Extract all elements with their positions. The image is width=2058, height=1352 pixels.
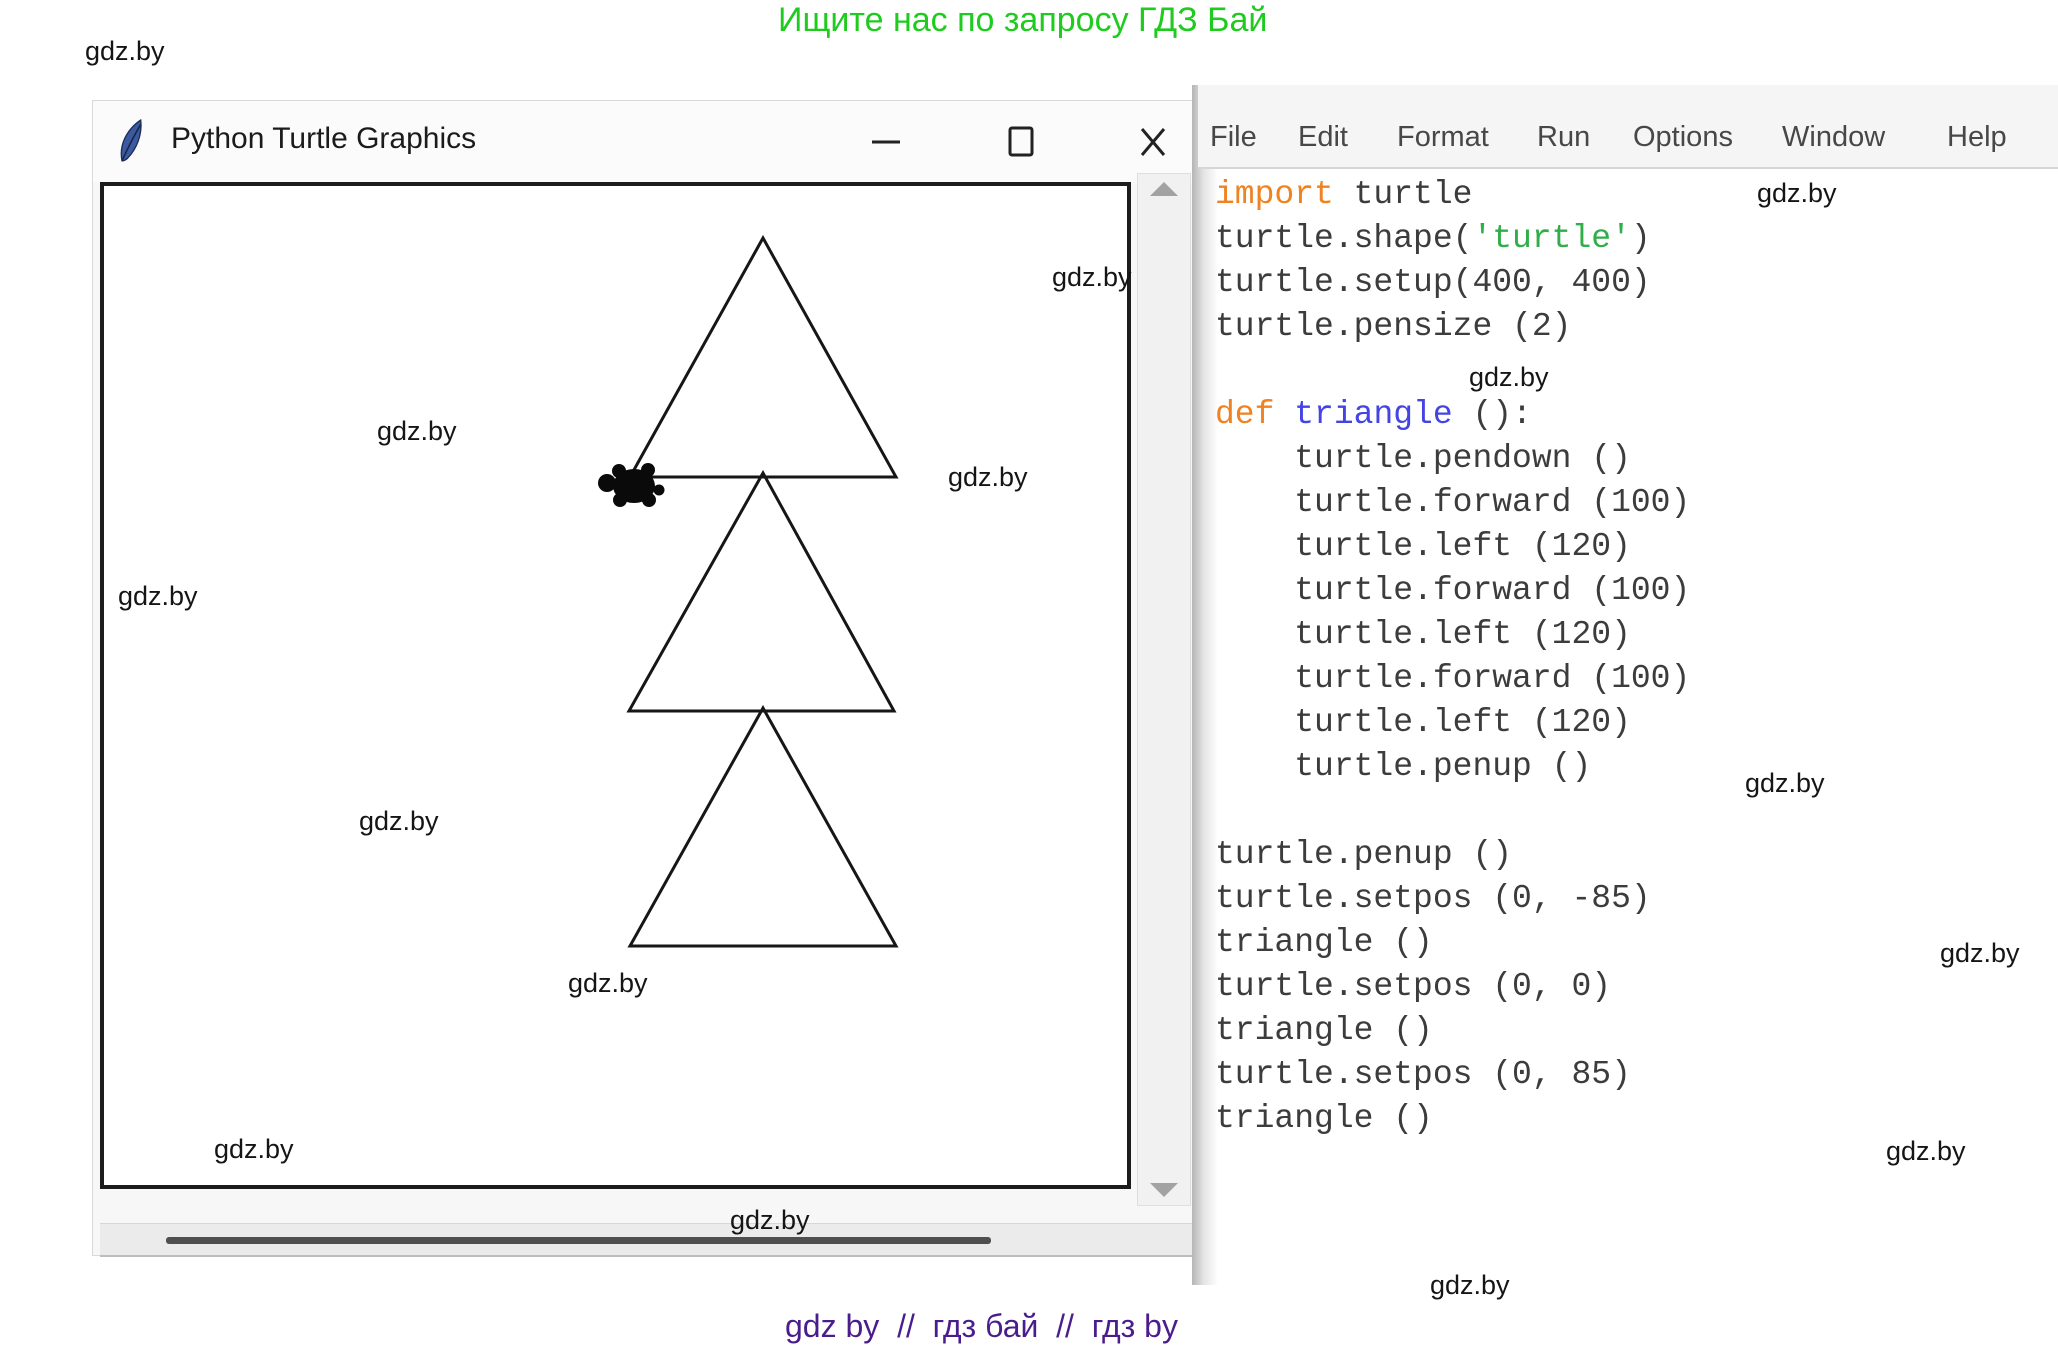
menu-window[interactable]: Window bbox=[1782, 121, 1885, 154]
menu-edit[interactable]: Edit bbox=[1298, 121, 1348, 154]
code-line[interactable]: import turtle bbox=[1215, 173, 1690, 217]
watermark: gdz.by bbox=[377, 416, 457, 447]
window-titlebar[interactable]: Python Turtle Graphics bbox=[93, 101, 1195, 182]
code-line[interactable]: turtle.setup(400, 400) bbox=[1215, 261, 1690, 305]
window-title: Python Turtle Graphics bbox=[171, 101, 476, 182]
horizontal-scrollbar[interactable] bbox=[100, 1223, 1192, 1257]
turtle-canvas bbox=[100, 182, 1131, 1189]
watermark: gdz.by bbox=[1886, 1136, 1966, 1167]
drawn-triangle bbox=[630, 238, 896, 477]
code-line[interactable]: turtle.left (120) bbox=[1215, 525, 1690, 569]
code-line[interactable]: turtle.forward (100) bbox=[1215, 481, 1690, 525]
watermark: gdz.by bbox=[1757, 178, 1837, 209]
page: Ищите нас по запросу ГДЗ Бай gdz.by gdz.b… bbox=[0, 0, 2058, 1352]
python-feather-icon bbox=[115, 119, 151, 163]
code-line[interactable]: def triangle (): bbox=[1215, 393, 1690, 437]
code-line[interactable]: turtle.penup () bbox=[1215, 833, 1690, 877]
drawn-triangle bbox=[629, 473, 894, 711]
menu-format[interactable]: Format bbox=[1397, 121, 1489, 154]
menu-file[interactable]: File bbox=[1210, 121, 1257, 154]
code-line[interactable]: turtle.setpos (0, -85) bbox=[1215, 877, 1690, 921]
editor-menubar: File Edit Format Run Options Window Help bbox=[1198, 85, 2058, 169]
code-line[interactable]: triangle () bbox=[1215, 1097, 1690, 1141]
code-line[interactable]: turtle.left (120) bbox=[1215, 701, 1690, 745]
code-line[interactable]: turtle.setpos (0, 0) bbox=[1215, 965, 1690, 1009]
code-line[interactable]: turtle.shape('turtle') bbox=[1215, 217, 1690, 261]
watermark: gdz.by bbox=[1430, 1270, 1510, 1301]
code-line[interactable] bbox=[1215, 789, 1690, 833]
code-line[interactable] bbox=[1215, 349, 1690, 393]
watermark: gdz.by bbox=[1469, 362, 1549, 393]
scroll-up-arrow-icon[interactable] bbox=[1150, 182, 1178, 196]
close-button[interactable] bbox=[1136, 125, 1170, 159]
turtle-graphics-window: Python Turtle Graphics bbox=[92, 100, 1196, 1256]
code-line[interactable]: turtle.setpos (0, 85) bbox=[1215, 1053, 1690, 1097]
code-line[interactable]: turtle.forward (100) bbox=[1215, 657, 1690, 701]
watermark: gdz.by bbox=[359, 806, 439, 837]
watermark: gdz.by bbox=[1940, 938, 2020, 969]
code-line[interactable]: turtle.pensize (2) bbox=[1215, 305, 1690, 349]
turtle-cursor bbox=[598, 463, 665, 507]
code-area[interactable]: import turtleturtle.shape('turtle')turtl… bbox=[1215, 173, 1690, 1141]
watermark: gdz.by bbox=[118, 581, 198, 612]
code-line[interactable]: turtle.forward (100) bbox=[1215, 569, 1690, 613]
watermark: gdz.by bbox=[948, 462, 1028, 493]
menu-help[interactable]: Help bbox=[1947, 121, 2007, 154]
watermark: gdz.by bbox=[1745, 768, 1825, 799]
vertical-scrollbar[interactable] bbox=[1137, 173, 1191, 1206]
code-editor-window: File Edit Format Run Options Window Help… bbox=[1198, 85, 2058, 1285]
watermark: gdz.by bbox=[568, 968, 648, 999]
code-line[interactable]: triangle () bbox=[1215, 1009, 1690, 1053]
menu-options[interactable]: Options bbox=[1633, 121, 1733, 154]
code-line[interactable]: triangle () bbox=[1215, 921, 1690, 965]
promo-title: Ищите нас по запросу ГДЗ Бай bbox=[778, 0, 1267, 40]
watermark: gdz.by bbox=[1052, 262, 1132, 293]
watermark: gdz.by bbox=[730, 1205, 810, 1236]
menu-run[interactable]: Run bbox=[1537, 121, 1590, 154]
horizontal-scrollbar-thumb[interactable] bbox=[166, 1237, 991, 1244]
footer-text: gdz by // гдз бай // гдз by bbox=[785, 1308, 1178, 1345]
scroll-down-arrow-icon[interactable] bbox=[1150, 1183, 1178, 1197]
maximize-button[interactable] bbox=[1004, 125, 1038, 159]
watermark: gdz.by bbox=[214, 1134, 294, 1165]
code-line[interactable]: turtle.left (120) bbox=[1215, 613, 1690, 657]
code-line[interactable]: turtle.penup () bbox=[1215, 745, 1690, 789]
minimize-button[interactable] bbox=[869, 125, 903, 159]
watermark: gdz.by bbox=[85, 36, 165, 67]
drawn-triangle bbox=[630, 708, 896, 946]
code-line[interactable]: turtle.pendown () bbox=[1215, 437, 1690, 481]
